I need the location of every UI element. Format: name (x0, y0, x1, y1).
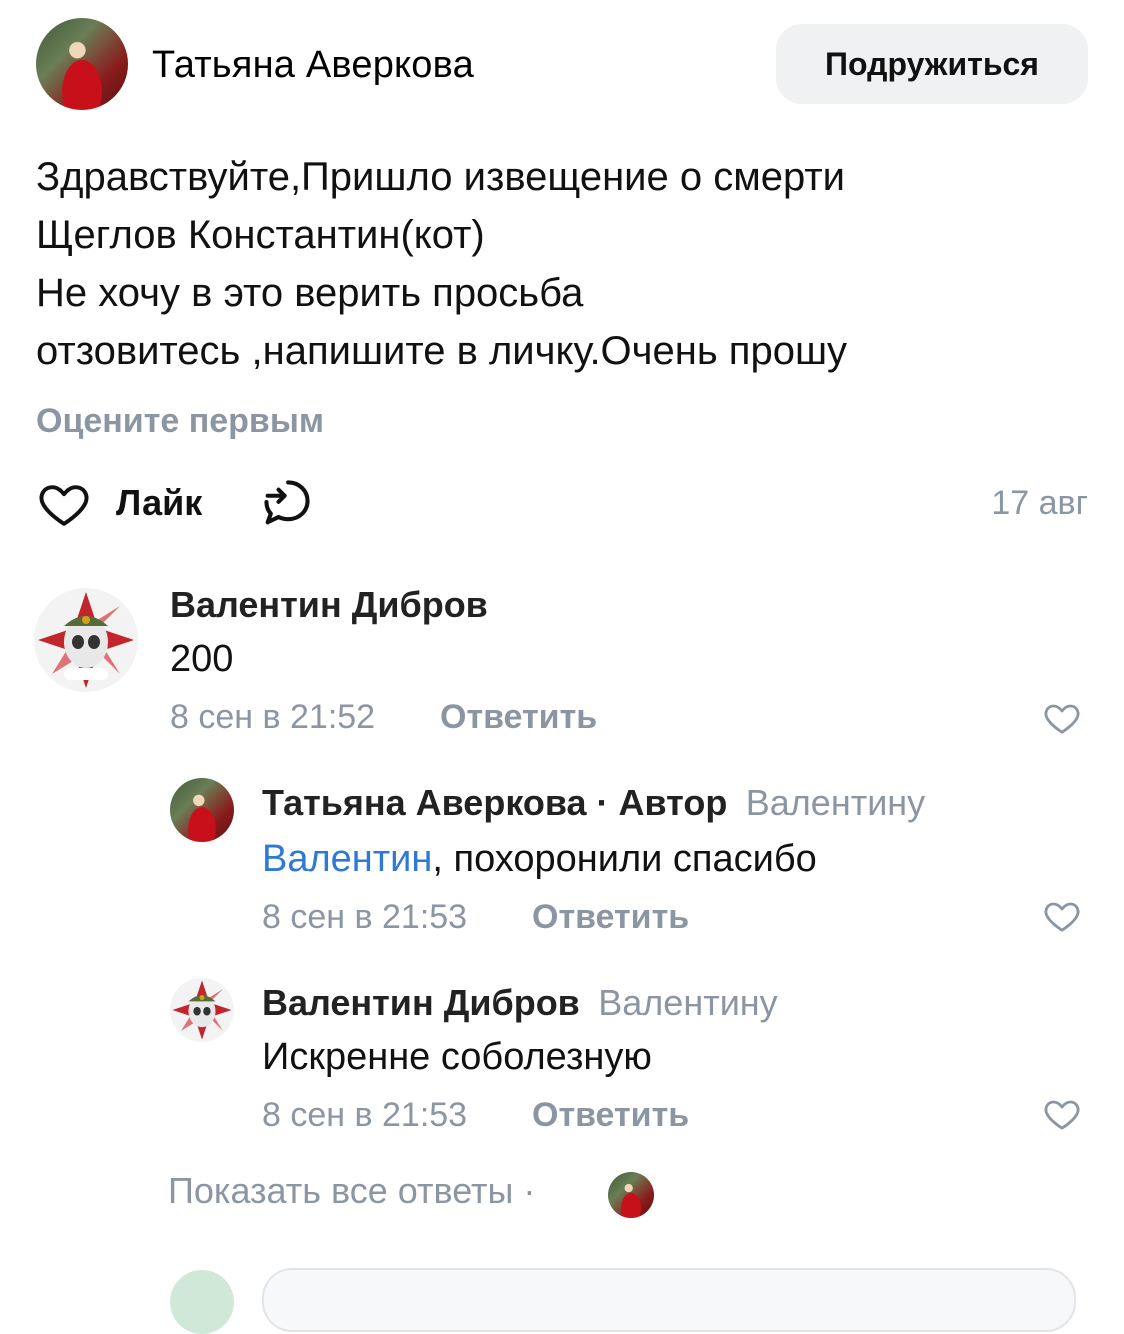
reply-text: Искренне соболезную (262, 1036, 652, 1078)
like-label: Лайк (116, 482, 203, 523)
commenter-avatar[interactable] (34, 588, 138, 692)
comment-author[interactable]: Валентин Дибров (170, 584, 488, 626)
vv-emblem-icon (38, 592, 134, 688)
post-author-avatar[interactable] (36, 18, 128, 110)
heart-icon[interactable] (1040, 896, 1084, 936)
vv-emblem-icon (172, 980, 232, 1040)
post-author-name[interactable]: Татьяна Аверкова (152, 44, 474, 87)
reply-author[interactable]: Татьяна Аверкова · Автор (262, 782, 727, 823)
reply-button[interactable]: Ответить (532, 1096, 689, 1135)
reply-author-avatar[interactable] (170, 778, 234, 842)
reply-time: 8 сен в 21:53 (262, 898, 468, 936)
reply-button[interactable]: Ответить (440, 698, 597, 737)
post-date: 17 авг (991, 484, 1088, 522)
reply-text-line: Валентин, похоронили спасибо (262, 838, 817, 881)
reply-text: , похоронили спасибо (432, 838, 817, 880)
reply-to[interactable]: Валентину (746, 782, 925, 823)
heart-icon[interactable] (1040, 1094, 1084, 1134)
reply-time: 8 сен в 21:53 (262, 1096, 468, 1134)
replier-avatar (608, 1172, 654, 1218)
heart-icon (39, 485, 89, 526)
reply-header: Валентин Дибров Валентину (262, 982, 778, 1024)
show-all-replies-label: Показать все ответы · (168, 1170, 536, 1211)
mention-link[interactable]: Валентин (262, 838, 432, 880)
reply-to[interactable]: Валентину (598, 982, 777, 1023)
like-button[interactable]: Лайк (34, 474, 214, 534)
comment-text: 200 (170, 638, 234, 680)
add-friend-button[interactable]: Подружиться (776, 24, 1088, 104)
reply-button[interactable]: Ответить (532, 898, 689, 937)
reply-author[interactable]: Валентин Дибров (262, 982, 580, 1023)
post-text: Здравствуйте,Пришло извещение о смерти Щ… (36, 155, 848, 373)
reply-author-avatar[interactable] (170, 978, 234, 1042)
rate-first-link[interactable]: Оцените первым (36, 402, 324, 441)
comment-time: 8 сен в 21:52 (170, 698, 376, 736)
show-all-replies[interactable]: Показать все ответы · (168, 1170, 668, 1220)
heart-icon[interactable] (1040, 698, 1084, 738)
reply-header: Татьяна Аверкова · Автор Валентину (262, 782, 925, 824)
share-icon[interactable] (256, 474, 318, 532)
comment-input[interactable] (262, 1268, 1076, 1332)
